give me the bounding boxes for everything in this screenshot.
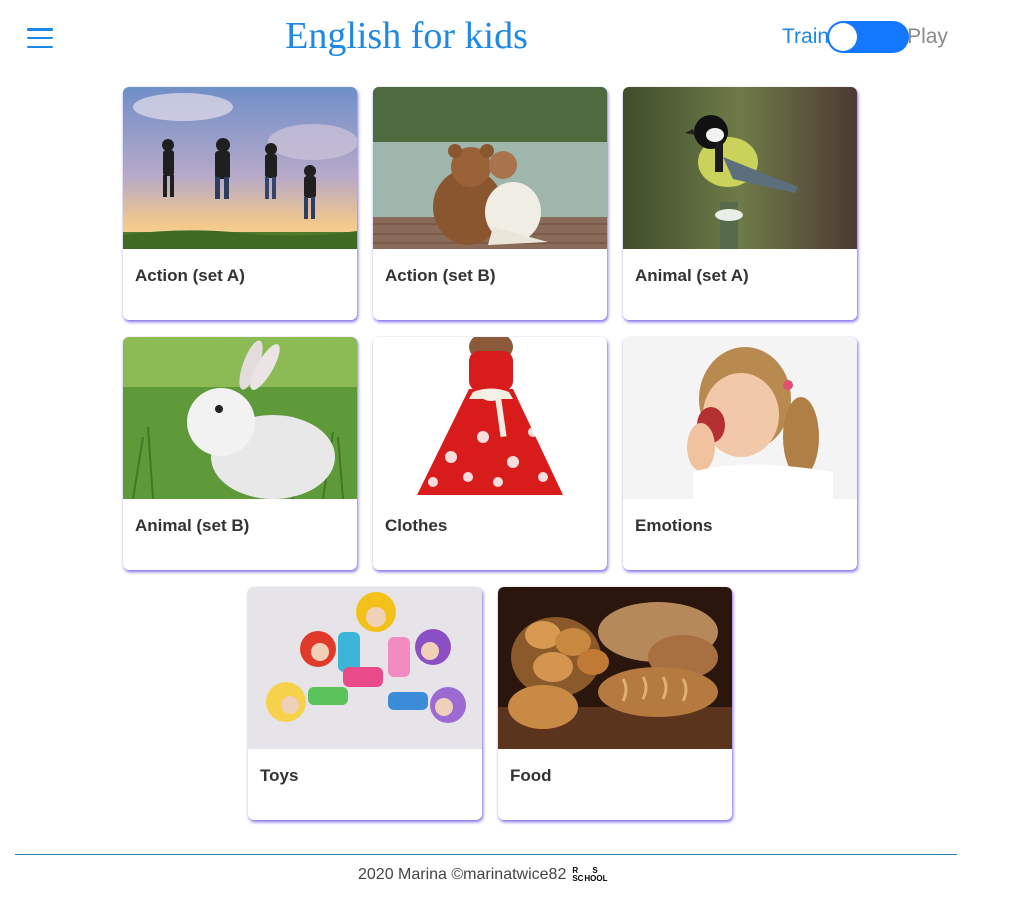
category-card-food[interactable]: Food [498,587,732,820]
mode-toggle[interactable]: Train Play [782,20,948,54]
category-card-emotions[interactable]: Emotions [623,337,857,570]
footer: 2020 Marina ©marinatwice82 R S SC HOOL [358,865,614,885]
mode-train-label: Train [782,25,830,48]
yawning-girl-photo [623,337,857,499]
category-label: Animal (set B) [135,516,250,535]
red-dress-photo [373,337,607,499]
knitted-dolls-photo [248,587,482,749]
footer-divider [15,854,957,855]
category-label: Emotions [635,516,713,535]
category-card-action-b[interactable]: Action (set B) [373,87,607,320]
category-label: Toys [260,766,299,785]
category-card-action-a[interactable]: Action (set A) [123,87,357,320]
kids-jumping-photo [123,87,357,249]
mode-play-label: Play [907,25,948,48]
category-card-animal-b[interactable]: Animal (set B) [123,337,357,570]
category-label: Food [510,766,552,785]
category-card-toys[interactable]: Toys [248,587,482,820]
switch-knob[interactable] [829,23,858,51]
mode-switch[interactable] [827,21,910,53]
bread-photo [498,587,732,749]
category-label: Clothes [385,516,448,535]
category-label: Animal (set A) [635,266,749,285]
category-card-animal-a[interactable]: Animal (set A) [623,87,857,320]
footer-text: 2020 Marina ©marinatwice82 [358,866,567,883]
rabbit-photo [123,337,357,499]
category-label: Action (set A) [135,266,245,285]
page-title: English for kids [285,15,528,57]
category-card-clothes[interactable]: Clothes [373,337,607,570]
category-label: Action (set B) [385,266,496,285]
bird-photo [623,87,857,249]
teddy-bear-photo [373,87,607,249]
rs-school-logo-icon[interactable]: R S SC HOOL [570,865,614,885]
